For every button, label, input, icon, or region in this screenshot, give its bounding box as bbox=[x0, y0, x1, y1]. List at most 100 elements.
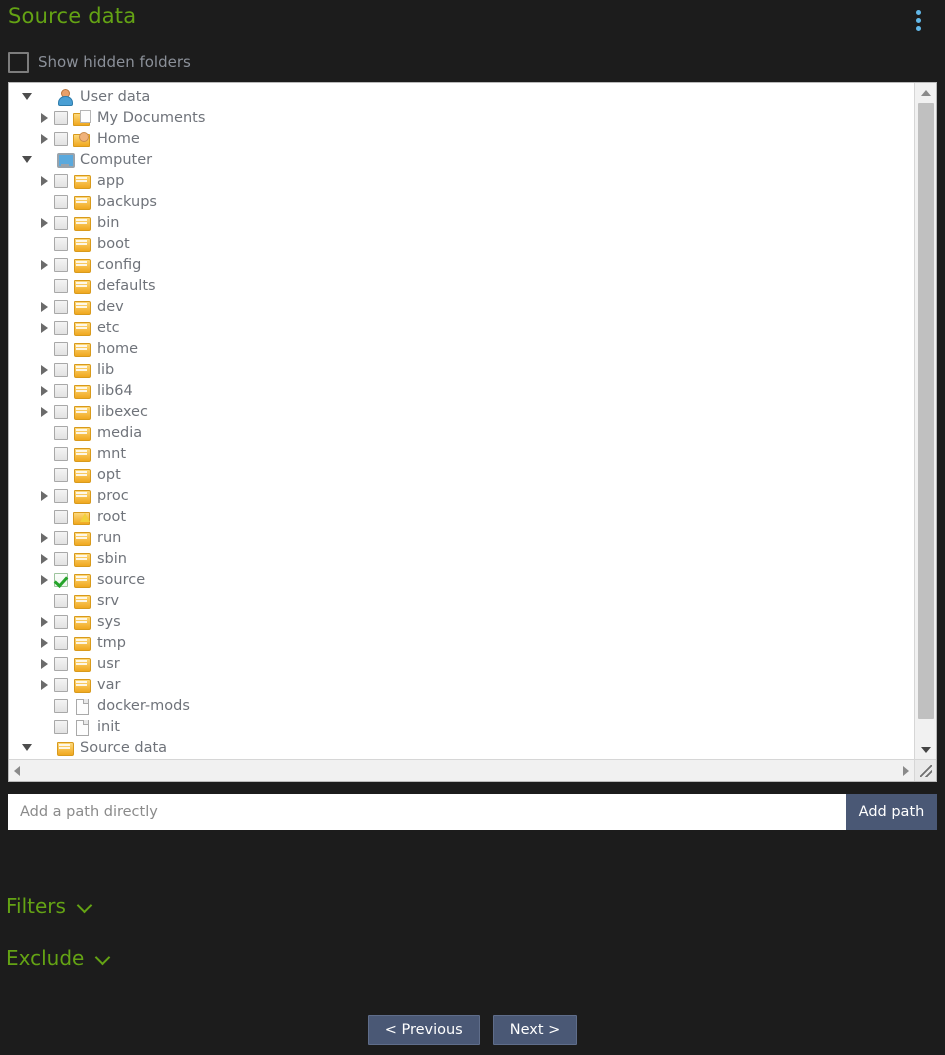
scroll-right-icon[interactable] bbox=[897, 760, 914, 781]
tree-row-checkbox[interactable] bbox=[54, 362, 68, 377]
vertical-scroll-thumb[interactable] bbox=[918, 103, 934, 719]
tree-row[interactable]: config bbox=[9, 254, 914, 275]
tree-vertical-scrollbar[interactable] bbox=[914, 83, 936, 759]
tree-row[interactable]: lib bbox=[9, 359, 914, 380]
chevron-right-icon[interactable] bbox=[36, 359, 54, 380]
tree-row-checkbox[interactable] bbox=[54, 425, 68, 440]
tree-row[interactable]: dev bbox=[9, 296, 914, 317]
tree-row[interactable]: lib64 bbox=[9, 380, 914, 401]
tree-row-checkbox[interactable] bbox=[54, 320, 68, 335]
tree-row[interactable]: mnt bbox=[9, 443, 914, 464]
tree-row[interactable]: sys bbox=[9, 611, 914, 632]
chevron-right-icon[interactable] bbox=[36, 296, 54, 317]
tree-row[interactable]: init bbox=[9, 716, 914, 737]
resize-grip-icon[interactable] bbox=[914, 759, 936, 781]
tree-row[interactable]: My Documents bbox=[9, 107, 914, 128]
tree-row-checkbox[interactable] bbox=[54, 572, 68, 587]
tree-row-checkbox[interactable] bbox=[54, 551, 68, 566]
tree-row-checkbox[interactable] bbox=[54, 215, 68, 230]
chevron-right-icon[interactable] bbox=[36, 611, 54, 632]
tree-row[interactable]: Home bbox=[9, 128, 914, 149]
tree-row-checkbox[interactable] bbox=[54, 614, 68, 629]
chevron-right-icon[interactable] bbox=[36, 107, 54, 128]
tree-row[interactable]: libexec bbox=[9, 401, 914, 422]
tree-row-checkbox[interactable] bbox=[54, 719, 68, 734]
tree-row[interactable]: home bbox=[9, 338, 914, 359]
tree-row-checkbox[interactable] bbox=[54, 530, 68, 545]
exclude-section-toggle[interactable]: Exclude bbox=[6, 944, 156, 972]
tree-row-checkbox[interactable] bbox=[54, 635, 68, 650]
tree-row[interactable]: source bbox=[9, 569, 914, 590]
chevron-right-icon[interactable] bbox=[36, 128, 54, 149]
tree-row-checkbox[interactable] bbox=[54, 467, 68, 482]
chevron-right-icon[interactable] bbox=[36, 569, 54, 590]
chevron-right-icon[interactable] bbox=[36, 380, 54, 401]
tree-row[interactable]: defaults bbox=[9, 275, 914, 296]
tree-row-checkbox[interactable] bbox=[54, 278, 68, 293]
tree-row-checkbox[interactable] bbox=[54, 236, 68, 251]
tree-row[interactable]: proc bbox=[9, 485, 914, 506]
scroll-up-icon[interactable] bbox=[915, 83, 936, 100]
tree-horizontal-scrollbar[interactable] bbox=[9, 759, 914, 781]
chevron-right-icon[interactable] bbox=[36, 485, 54, 506]
tree-row-checkbox[interactable] bbox=[54, 383, 68, 398]
tree-row[interactable]: srv bbox=[9, 590, 914, 611]
tree-row[interactable]: usr bbox=[9, 653, 914, 674]
chevron-right-icon[interactable] bbox=[36, 653, 54, 674]
tree-row-checkbox[interactable] bbox=[54, 131, 68, 146]
tree-row-checkbox[interactable] bbox=[54, 509, 68, 524]
tree-row[interactable]: run bbox=[9, 527, 914, 548]
tree-row-checkbox[interactable] bbox=[54, 593, 68, 608]
chevron-right-icon[interactable] bbox=[36, 254, 54, 275]
show-hidden-folders-row[interactable]: Show hidden folders bbox=[8, 48, 945, 76]
tree-row-checkbox[interactable] bbox=[54, 677, 68, 692]
add-path-button[interactable]: Add path bbox=[846, 794, 937, 830]
tree-row-checkbox[interactable] bbox=[54, 341, 68, 356]
tree-row[interactable]: tmp bbox=[9, 632, 914, 653]
tree-row[interactable]: media bbox=[9, 422, 914, 443]
tree-row[interactable]: root bbox=[9, 506, 914, 527]
tree-row-checkbox[interactable] bbox=[54, 299, 68, 314]
kebab-menu-icon[interactable] bbox=[907, 6, 929, 34]
tree-row[interactable]: bin bbox=[9, 212, 914, 233]
chevron-right-icon[interactable] bbox=[36, 674, 54, 695]
tree-row-checkbox[interactable] bbox=[54, 194, 68, 209]
tree-row-checkbox[interactable] bbox=[54, 446, 68, 461]
previous-button[interactable]: < Previous bbox=[367, 1015, 480, 1045]
chevron-down-icon[interactable] bbox=[19, 86, 37, 107]
tree-row[interactable]: sbin bbox=[9, 548, 914, 569]
filters-section-toggle[interactable]: Filters bbox=[6, 892, 156, 920]
tree-row-checkbox[interactable] bbox=[54, 488, 68, 503]
tree-row-checkbox[interactable] bbox=[54, 110, 68, 125]
chevron-right-icon[interactable] bbox=[36, 632, 54, 653]
tree-row[interactable]: app bbox=[9, 170, 914, 191]
tree-row[interactable]: backups bbox=[9, 191, 914, 212]
scroll-left-icon[interactable] bbox=[9, 760, 26, 781]
scroll-down-icon[interactable] bbox=[915, 742, 936, 759]
tree-row-checkbox[interactable] bbox=[54, 257, 68, 272]
add-path-input[interactable] bbox=[8, 794, 846, 830]
tree-row[interactable]: var bbox=[9, 674, 914, 695]
tree-row[interactable]: docker-mods bbox=[9, 695, 914, 716]
tree-viewport[interactable]: User data My Documents Home Computer app back… bbox=[9, 83, 914, 759]
tree-row[interactable]: opt bbox=[9, 464, 914, 485]
chevron-right-icon[interactable] bbox=[36, 317, 54, 338]
tree-row-checkbox[interactable] bbox=[54, 656, 68, 671]
tree-row[interactable]: etc bbox=[9, 317, 914, 338]
next-button[interactable]: Next > bbox=[492, 1015, 578, 1045]
tree-row-checkbox[interactable] bbox=[54, 698, 68, 713]
tree-row[interactable]: Computer bbox=[9, 149, 914, 170]
tree-list[interactable]: User data My Documents Home Computer app back… bbox=[9, 83, 914, 758]
source-data-tree-panel[interactable]: User data My Documents Home Computer app back… bbox=[8, 82, 937, 782]
show-hidden-folders-checkbox[interactable] bbox=[8, 51, 29, 73]
tree-row[interactable]: Source data bbox=[9, 737, 914, 758]
chevron-right-icon[interactable] bbox=[36, 212, 54, 233]
chevron-down-icon[interactable] bbox=[19, 737, 37, 758]
chevron-right-icon[interactable] bbox=[36, 548, 54, 569]
tree-row[interactable]: boot bbox=[9, 233, 914, 254]
chevron-right-icon[interactable] bbox=[36, 401, 54, 422]
chevron-down-icon[interactable] bbox=[19, 149, 37, 170]
tree-row-checkbox[interactable] bbox=[54, 173, 68, 188]
tree-row-checkbox[interactable] bbox=[54, 404, 68, 419]
chevron-right-icon[interactable] bbox=[36, 527, 54, 548]
